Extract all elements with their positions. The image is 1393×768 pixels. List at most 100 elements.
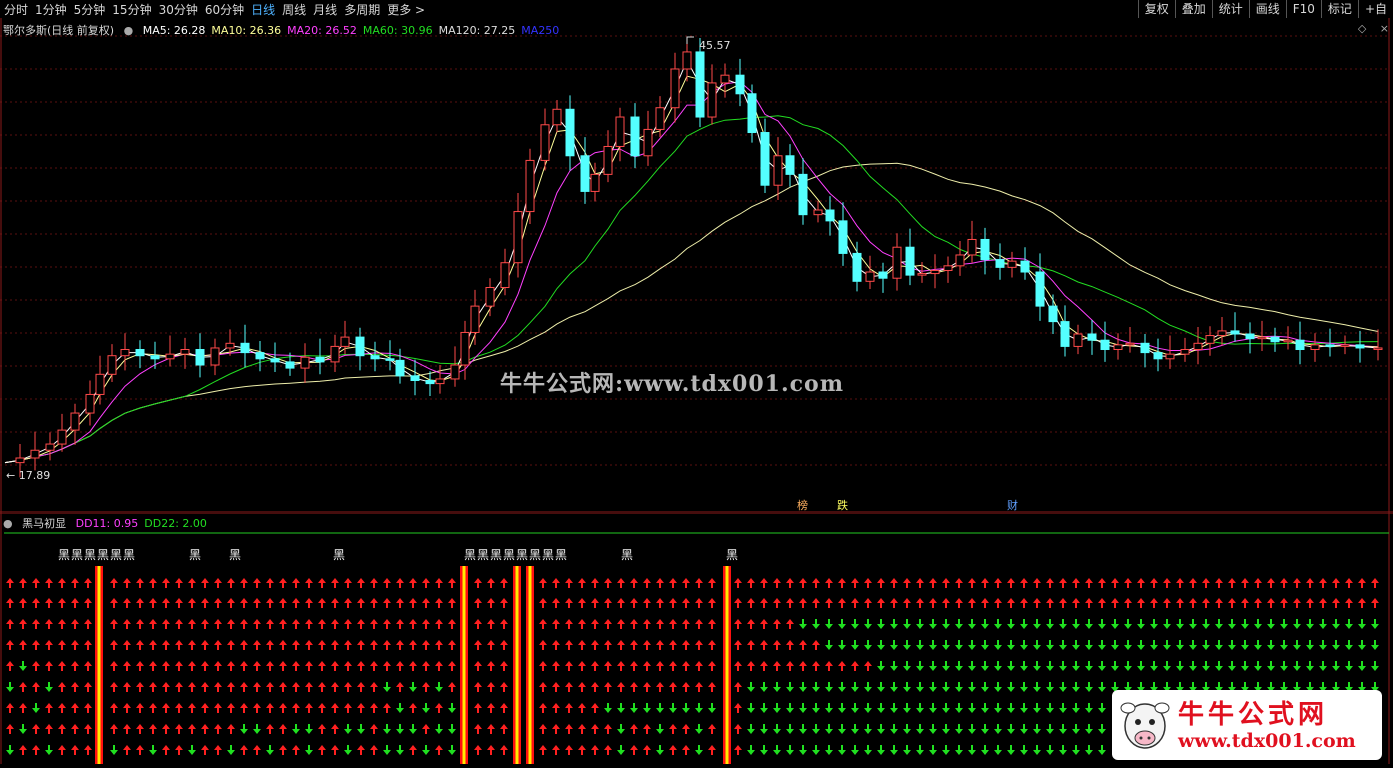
close-icon[interactable]: × xyxy=(1380,22,1389,35)
up-arrow xyxy=(279,745,287,755)
up-arrow xyxy=(617,598,625,608)
up-arrow xyxy=(383,619,391,629)
up-arrow xyxy=(604,578,612,588)
up-arrow xyxy=(357,578,365,588)
up-candle xyxy=(943,265,953,271)
toolbar-button-5[interactable]: 标记 xyxy=(1320,0,1358,18)
down-arrow xyxy=(6,745,14,755)
signal-label: 黑 xyxy=(490,548,502,562)
toolbar-button-2[interactable]: 统计 xyxy=(1211,0,1249,18)
down-candle xyxy=(760,132,770,186)
up-arrow xyxy=(344,661,352,671)
up-arrow xyxy=(149,598,157,608)
up-arrow xyxy=(201,640,209,650)
collapse-icon[interactable]: ● xyxy=(3,517,13,530)
up-arrow xyxy=(71,682,79,692)
up-arrow xyxy=(136,619,144,629)
up-arrow xyxy=(84,724,92,734)
up-arrow xyxy=(448,598,456,608)
toolbar-button-0[interactable]: 复权 xyxy=(1137,0,1175,18)
up-arrow xyxy=(110,682,118,692)
up-arrow xyxy=(19,598,27,608)
up-arrow xyxy=(110,640,118,650)
candlestick-chart[interactable]: 45.57 ← 17.89 榜 跌 财 xyxy=(0,18,1393,513)
sub-legend: ● 黑马初显 DD11: 0.95 DD22: 2.00 xyxy=(3,515,219,531)
up-arrow xyxy=(175,745,183,755)
up-arrow xyxy=(435,640,443,650)
down-arrow xyxy=(1072,724,1080,734)
signal-label: 黑 xyxy=(477,548,489,562)
down-candle xyxy=(135,349,145,357)
up-arrow xyxy=(630,745,638,755)
tab-period-0[interactable]: 分时 xyxy=(4,3,28,17)
toolbar-button-3[interactable]: 画线 xyxy=(1248,0,1286,18)
down-arrow xyxy=(916,640,924,650)
down-arrow xyxy=(253,724,261,734)
up-arrow xyxy=(591,703,599,713)
up-arrow xyxy=(1319,598,1327,608)
down-arrow xyxy=(1033,703,1041,713)
up-arrow xyxy=(253,661,261,671)
down-candle xyxy=(395,359,405,377)
up-arrow xyxy=(448,682,456,692)
up-arrow xyxy=(539,619,547,629)
up-arrow xyxy=(604,724,612,734)
diamond-icon[interactable]: ◇ xyxy=(1358,22,1366,35)
toolbar-button-1[interactable]: 叠加 xyxy=(1174,0,1212,18)
down-arrow xyxy=(955,724,963,734)
down-arrow xyxy=(981,703,989,713)
tab-period-1[interactable]: 1分钟 xyxy=(35,3,67,17)
up-arrow xyxy=(318,640,326,650)
up-candle xyxy=(210,347,220,366)
down-arrow xyxy=(747,703,755,713)
tab-period-6[interactable]: 日线 xyxy=(251,3,275,17)
up-arrow xyxy=(578,619,586,629)
tab-period-2[interactable]: 5分钟 xyxy=(74,3,106,17)
up-arrow xyxy=(968,598,976,608)
up-arrow xyxy=(370,640,378,650)
up-arrow xyxy=(110,661,118,671)
up-arrow xyxy=(617,640,625,650)
down-arrow xyxy=(929,724,937,734)
toolbar-button-6[interactable]: +自 xyxy=(1357,0,1393,18)
up-arrow xyxy=(500,598,508,608)
main-chart[interactable]: 45.57 ← 17.89 榜 跌 财 鄂尔多斯(日线 前复权) ● MA5: 26.2… xyxy=(0,18,1393,513)
down-arrow xyxy=(1072,703,1080,713)
up-arrow xyxy=(279,724,287,734)
tab-period-7[interactable]: 周线 xyxy=(282,3,306,17)
down-candle xyxy=(1153,352,1163,360)
up-arrow xyxy=(58,703,66,713)
up-arrow xyxy=(370,682,378,692)
tab-period-8[interactable]: 月线 xyxy=(313,3,337,17)
up-arrow xyxy=(903,598,911,608)
up-arrow xyxy=(396,640,404,650)
up-arrow xyxy=(578,578,586,588)
up-arrow xyxy=(123,682,131,692)
up-arrow xyxy=(344,598,352,608)
toolbar-button-4[interactable]: F10 xyxy=(1285,0,1321,18)
up-arrow xyxy=(474,724,482,734)
up-arrow xyxy=(1007,598,1015,608)
tab-period-4[interactable]: 30分钟 xyxy=(159,3,198,17)
down-arrow xyxy=(435,724,443,734)
tab-period-3[interactable]: 15分钟 xyxy=(112,3,151,17)
tab-period-10[interactable]: 更多 > xyxy=(387,3,425,17)
up-candle xyxy=(930,269,940,275)
up-arrow xyxy=(58,724,66,734)
tab-period-5[interactable]: 60分钟 xyxy=(205,3,244,17)
expand-icon[interactable]: ● xyxy=(124,24,134,37)
down-arrow xyxy=(851,619,859,629)
down-arrow xyxy=(916,682,924,692)
up-arrow xyxy=(682,619,690,629)
logo-url: www.tdx001.com xyxy=(1178,730,1356,752)
up-candle xyxy=(225,342,235,349)
up-arrow xyxy=(786,619,794,629)
legend-controls[interactable]: ◇ × xyxy=(1358,22,1389,35)
signal-label: 黑 xyxy=(58,548,70,562)
up-arrow xyxy=(58,578,66,588)
tab-period-9[interactable]: 多周期 xyxy=(344,3,380,17)
up-arrow xyxy=(994,578,1002,588)
up-arrow xyxy=(1137,598,1145,608)
down-arrow xyxy=(1215,619,1223,629)
down-arrow xyxy=(617,724,625,734)
